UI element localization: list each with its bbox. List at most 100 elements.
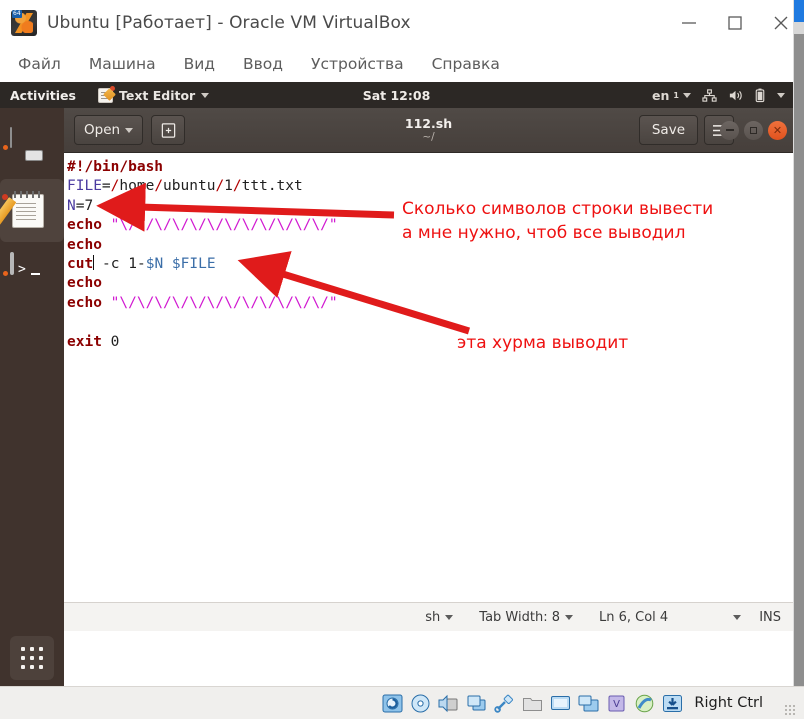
chevron-down-icon[interactable]: [777, 92, 785, 98]
code-line-file: FILE=/home/ubuntu/1/ttt.txt: [67, 178, 303, 195]
code-line-echo-3: echo: [67, 275, 102, 292]
insert-mode-indicator: INS: [759, 609, 781, 625]
new-document-button[interactable]: [151, 115, 186, 145]
shared-folders-icon[interactable]: [522, 694, 543, 713]
code-line-cut: cut -c 1-$N $FILE: [67, 255, 216, 273]
svg-text:V: V: [613, 699, 620, 710]
keyboard-layout-label: en: [652, 87, 670, 103]
dock-item-text-editor[interactable]: [0, 179, 64, 242]
host-titlebar: 64 Ubuntu [Работает] - Oracle VM Virtual…: [0, 0, 804, 46]
optical-disk-icon[interactable]: [410, 694, 431, 713]
hard-disk-icon[interactable]: [382, 694, 403, 713]
ubuntu-dock: >: [0, 108, 64, 686]
guest-additions-icon[interactable]: [634, 694, 655, 713]
maximize-button[interactable]: [712, 0, 758, 46]
show-applications-button[interactable]: [10, 636, 54, 680]
editor-window-controls: ✕: [720, 120, 787, 140]
dock-item-files[interactable]: [0, 116, 64, 179]
tab-width-selector[interactable]: Tab Width: 8: [479, 610, 573, 625]
download-icon[interactable]: [662, 694, 683, 713]
resize-grip[interactable]: [784, 704, 796, 716]
minimize-button[interactable]: [666, 0, 712, 46]
annotation-n-variable: Сколько символов строки вывести а мне ну…: [402, 197, 713, 245]
code-line-echo-4: echo "\/\/\/\/\/\/\/\/\/\/\/\/": [67, 294, 338, 311]
virtualbox-icon: 64: [11, 10, 37, 36]
audio-icon[interactable]: [438, 694, 459, 713]
chevron-down-icon: [733, 614, 742, 620]
text-editor-icon: [0, 190, 54, 231]
vm-view-scrollbar[interactable]: [793, 0, 804, 690]
cursor-position[interactable]: Ln 6, Col 4: [598, 609, 742, 625]
volume-icon[interactable]: [728, 88, 743, 103]
open-button[interactable]: Open: [74, 115, 144, 145]
system-tray: en 1: [652, 82, 785, 108]
chevron-down-icon: [445, 614, 454, 620]
network-icon[interactable]: [466, 694, 487, 713]
usb-icon[interactable]: [494, 694, 515, 713]
chevron-down-icon: [683, 92, 691, 98]
app-menu-text-editor[interactable]: Text Editor: [97, 85, 210, 103]
network-icon[interactable]: [702, 88, 717, 103]
clock[interactable]: Sat 12:08: [327, 88, 467, 103]
menu-help[interactable]: Справка: [432, 55, 500, 73]
host-window-title: Ubuntu [Работает] - Oracle VM VirtualBox: [47, 13, 411, 33]
host-menubar: Файл Машина Вид Ввод Устройства Справка: [0, 46, 804, 82]
annotation-cut-command: эта хурма выводит: [457, 333, 629, 353]
menu-view[interactable]: Вид: [184, 55, 215, 73]
cursor-position-label: Ln 6, Col 4: [598, 609, 669, 625]
dock-item-terminal[interactable]: >: [0, 242, 64, 305]
new-document-icon: [161, 122, 175, 138]
files-icon: [10, 126, 54, 168]
save-button[interactable]: Save: [638, 115, 698, 145]
menu-input[interactable]: Ввод: [243, 55, 283, 73]
editor-status-bar: sh Tab Width: 8 Ln 6, Col 4 INS: [64, 602, 793, 631]
editor-minimize-button[interactable]: [720, 120, 739, 140]
open-button-label: Open: [84, 122, 121, 138]
tab-width-label: Tab Width: 8: [479, 609, 560, 625]
code-line-exit: exit 0: [67, 333, 120, 350]
recording-icon[interactable]: [578, 694, 599, 713]
vm-arch-badge: 64: [12, 10, 22, 18]
app-menu-label: Text Editor: [118, 87, 196, 103]
battery-icon[interactable]: [754, 88, 766, 103]
host-key-label: Right Ctrl: [694, 695, 763, 711]
display-icon[interactable]: [550, 694, 571, 713]
editor-close-button[interactable]: ✕: [768, 120, 787, 140]
language-selector[interactable]: sh: [425, 609, 454, 625]
code-line-echo-2: echo: [67, 236, 102, 253]
annotation-n-line2: а мне нужно, чтоб все выводил: [402, 223, 686, 243]
save-button-label: Save: [651, 122, 685, 138]
language-label: sh: [425, 609, 441, 625]
terminal-icon: >: [10, 251, 54, 294]
menu-file[interactable]: Файл: [18, 55, 61, 73]
chevron-down-icon: [125, 127, 134, 133]
gnome-top-bar: Activities Text Editor Sat 12:08 en 1: [0, 82, 793, 108]
menu-machine[interactable]: Машина: [89, 55, 156, 73]
editor-header-bar: Open 112.sh ~/ Save ✕: [64, 108, 793, 153]
code-line-echo-1: echo "\/\/\/\/\/\/\/\/\/\/\/\/": [67, 217, 338, 234]
activities-button[interactable]: Activities: [10, 88, 76, 103]
source-code[interactable]: #!/bin/bash FILE=/home/ubuntu/1/ttt.txt …: [67, 158, 338, 352]
menu-devices[interactable]: Устройства: [311, 55, 404, 73]
running-indicator: [3, 271, 8, 276]
code-line-n: N=7: [67, 197, 94, 214]
editor-maximize-button[interactable]: [744, 120, 763, 140]
editor-text-area[interactable]: #!/bin/bash FILE=/home/ubuntu/1/ttt.txt …: [64, 153, 793, 631]
annotation-n-line1: Сколько символов строки вывести: [402, 199, 714, 219]
processor-icon[interactable]: V: [606, 694, 627, 713]
running-indicator: [3, 145, 8, 150]
text-editor-icon: [97, 85, 115, 103]
scrollbar-track-upper[interactable]: [794, 22, 804, 34]
guest-screen: Activities Text Editor Sat 12:08 en 1 > …: [0, 82, 793, 686]
grid-icon: [21, 647, 43, 669]
scrollbar-thumb[interactable]: [794, 0, 804, 22]
chevron-down-icon: [201, 92, 210, 98]
keyboard-layout-index: 1: [673, 90, 679, 100]
scrollbar-track-lower[interactable]: [794, 34, 804, 690]
host-window-controls: [666, 0, 804, 46]
screenshot-root: 64 Ubuntu [Работает] - Oracle VM Virtual…: [0, 0, 804, 719]
chevron-down-icon: [564, 614, 573, 620]
text-editor-window: Open 112.sh ~/ Save ✕ #!/bin/bash FILE=/…: [64, 108, 793, 686]
keyboard-layout-indicator[interactable]: en 1: [652, 88, 691, 103]
code-line-shebang: #!/bin/bash: [67, 159, 164, 175]
